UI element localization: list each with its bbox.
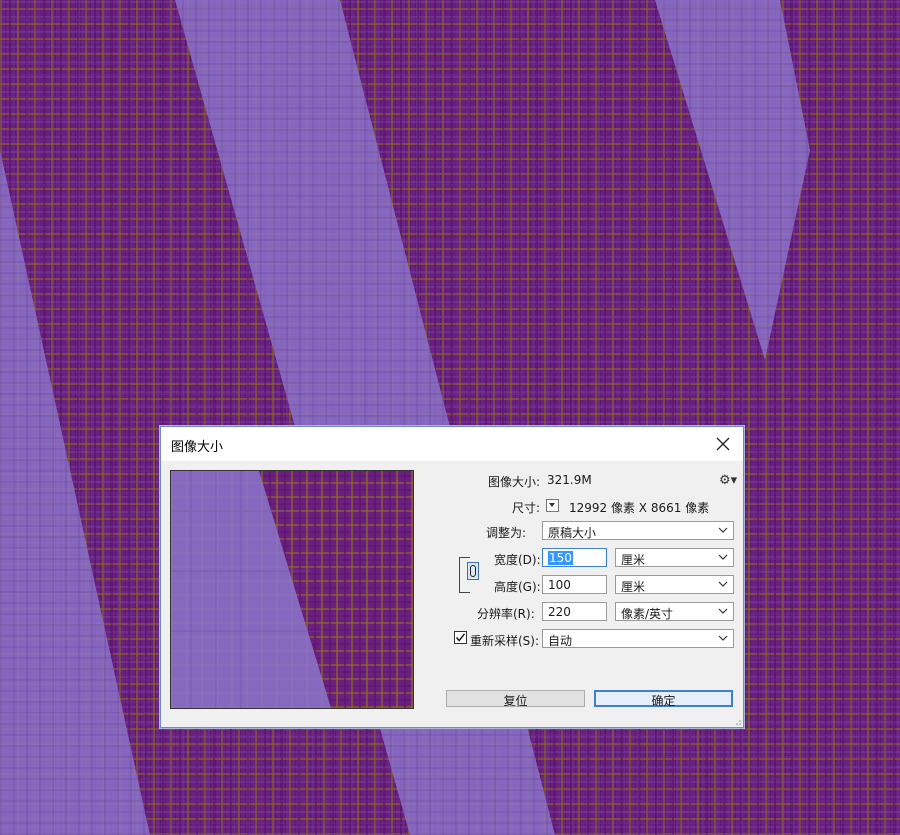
resolution-unit-select[interactable]: 像素/英寸 bbox=[615, 602, 734, 621]
chevron-down-icon bbox=[718, 635, 728, 641]
resample-select[interactable]: 自动 bbox=[542, 629, 734, 648]
image-size-label: 图像大小: bbox=[488, 475, 541, 489]
dialog-titlebar: 图像大小 bbox=[161, 427, 743, 461]
resample-value: 自动 bbox=[548, 634, 573, 648]
resolution-label: 分辨率(R): bbox=[477, 607, 535, 621]
gear-icon[interactable]: ⚙▾ bbox=[719, 473, 737, 488]
height-unit-value: 厘米 bbox=[621, 580, 646, 594]
width-unit-value: 厘米 bbox=[621, 553, 646, 567]
chevron-down-icon bbox=[718, 527, 728, 533]
link-icon[interactable] bbox=[467, 562, 479, 580]
reset-button[interactable]: 复位 bbox=[446, 690, 585, 708]
image-size-value: 321.9M bbox=[547, 473, 592, 487]
resample-checkbox[interactable] bbox=[454, 631, 467, 644]
fit-to-label: 调整为: bbox=[486, 526, 527, 540]
height-unit-select[interactable]: 厘米 bbox=[615, 575, 734, 594]
resample-label: 重新采样(S): bbox=[470, 634, 540, 648]
width-unit-select[interactable]: 厘米 bbox=[615, 548, 734, 567]
resolution-unit-value: 像素/英寸 bbox=[621, 607, 674, 621]
fit-to-value: 原稿大小 bbox=[548, 526, 597, 540]
resolution-input[interactable]: 220 bbox=[542, 602, 607, 621]
height-input[interactable]: 100 bbox=[542, 575, 607, 594]
chevron-down-icon bbox=[718, 581, 728, 587]
width-label: 宽度(D): bbox=[494, 553, 541, 567]
dialog-title: 图像大小 bbox=[171, 440, 224, 455]
ok-button[interactable]: 确定 bbox=[594, 690, 733, 708]
chevron-down-icon bbox=[718, 554, 728, 560]
resize-grip-icon[interactable] bbox=[735, 719, 741, 725]
width-input[interactable]: 150 bbox=[542, 548, 607, 567]
chevron-down-icon[interactable] bbox=[546, 499, 559, 512]
width-value: 150 bbox=[548, 551, 573, 565]
height-value: 100 bbox=[548, 578, 571, 592]
image-preview[interactable] bbox=[170, 470, 414, 709]
dimensions-label: 尺寸: bbox=[512, 501, 541, 515]
checkmark-icon bbox=[455, 633, 466, 642]
chevron-down-icon bbox=[718, 608, 728, 614]
image-size-dialog: 图像大小 图像大小: 321.9M ⚙▾ 尺寸: 12992 像素 X 8661… bbox=[160, 426, 744, 728]
dimensions-value: 12992 像素 X 8661 像素 bbox=[569, 501, 710, 515]
resolution-value: 220 bbox=[548, 605, 571, 619]
close-icon[interactable] bbox=[711, 432, 735, 456]
fit-to-select[interactable]: 原稿大小 bbox=[542, 521, 734, 540]
height-label: 高度(G): bbox=[494, 580, 541, 594]
